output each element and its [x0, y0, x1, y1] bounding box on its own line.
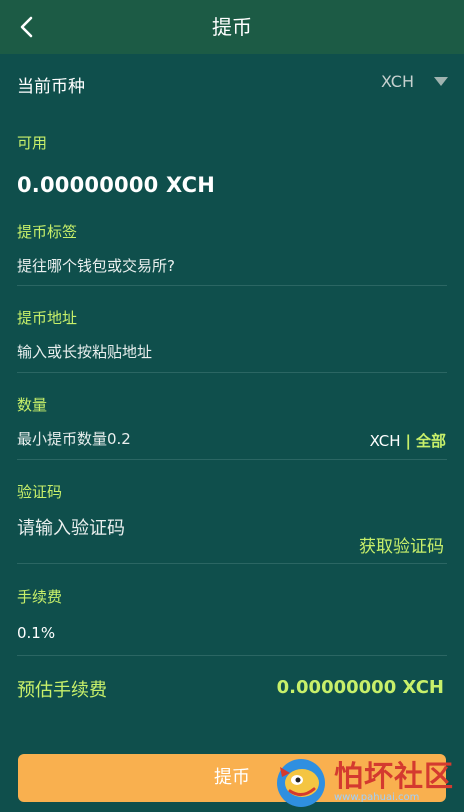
tag-input[interactable]: [17, 252, 447, 280]
available-label: 可用: [17, 134, 48, 152]
watermark-url: www.pahuai.com: [334, 792, 420, 803]
estimated-fee-label: 预估手续费: [17, 680, 107, 701]
amount-label: 数量: [17, 396, 48, 414]
divider: [17, 372, 447, 373]
amount-separator: |: [405, 431, 411, 450]
coin-label: 当前币种: [17, 77, 85, 97]
coin-dropdown[interactable]: XCH: [381, 72, 448, 91]
coin-selected-value: XCH: [381, 72, 414, 91]
divider: [17, 655, 447, 656]
divider: [17, 563, 447, 564]
coin-selector-row[interactable]: 当前币种 XCH: [0, 54, 464, 116]
amount-input[interactable]: [17, 425, 347, 453]
divider: [17, 459, 447, 460]
header-bar: 提币: [0, 0, 464, 54]
watermark-name: 怕坏社区: [334, 759, 455, 793]
page-title: 提币: [212, 15, 252, 39]
amount-unit-group: XCH | 全部: [370, 430, 446, 451]
fee-value: 0.1%: [17, 624, 56, 642]
withdraw-all-button[interactable]: 全部: [416, 430, 446, 451]
verification-code-input[interactable]: [17, 514, 337, 542]
amount-unit: XCH: [369, 431, 401, 450]
code-label: 验证码: [17, 483, 63, 501]
fee-label: 手续费: [17, 588, 63, 606]
tag-label: 提币标签: [17, 223, 78, 241]
divider: [17, 285, 447, 286]
get-code-button[interactable]: 获取验证码: [359, 532, 444, 557]
address-input[interactable]: [17, 338, 447, 366]
estimated-fee-value: 0.00000000 XCH: [276, 677, 444, 698]
address-label: 提币地址: [17, 309, 78, 327]
watermark: 怕坏社区 www.pahuai.com: [272, 752, 458, 812]
caret-down-icon: [434, 77, 448, 86]
available-balance: 0.00000000 XCH: [17, 173, 216, 197]
mascot-logo-icon: [277, 759, 325, 807]
